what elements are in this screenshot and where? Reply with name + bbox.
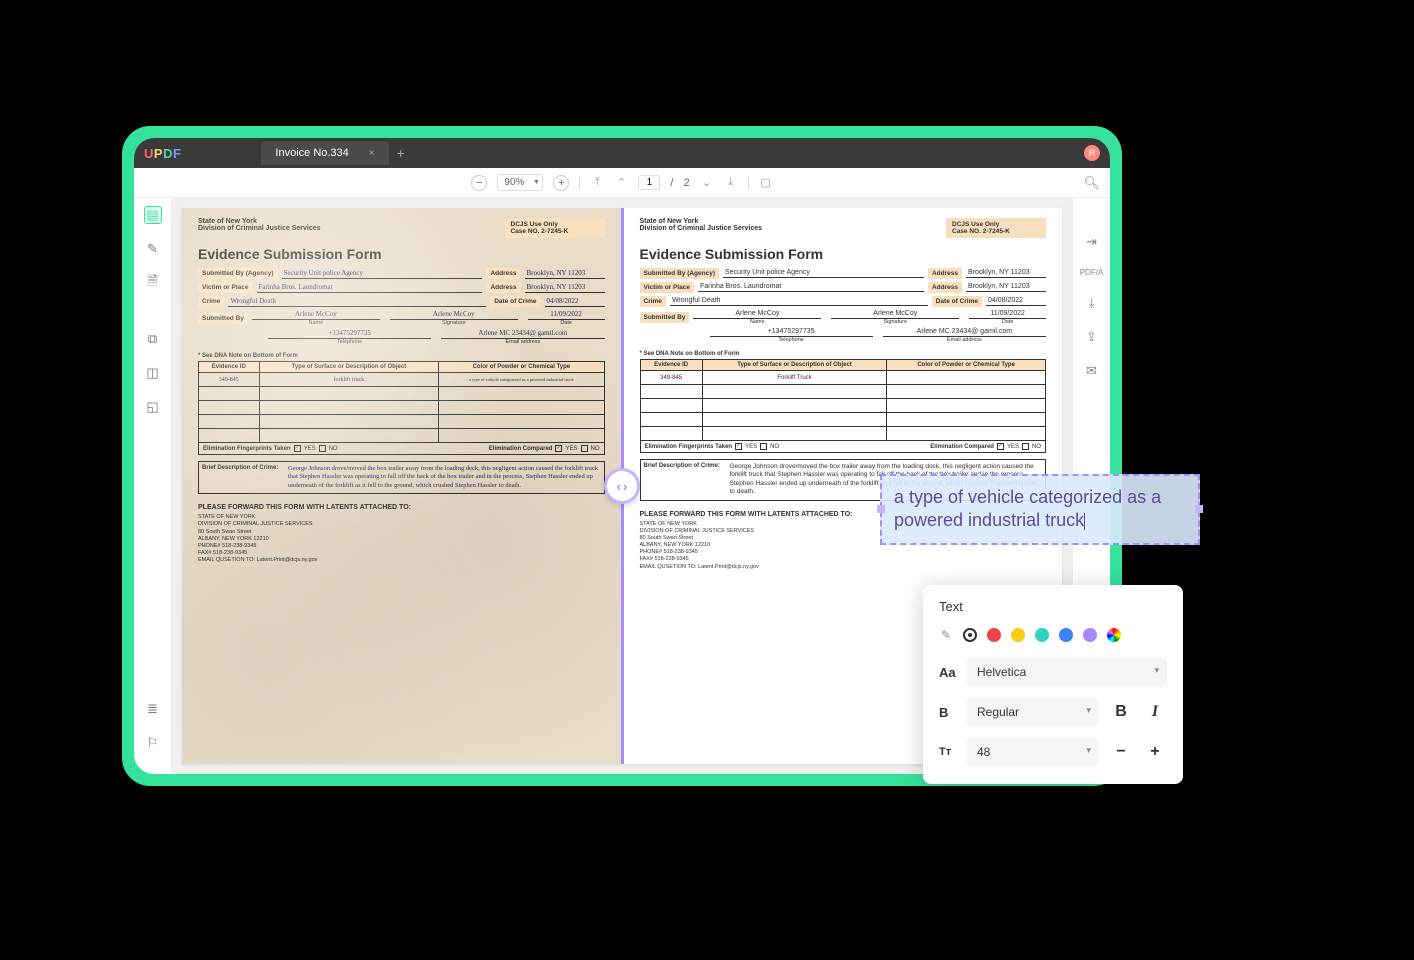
font-icon: Aa [939,665,957,680]
tab-label: Invoice No.334 [275,147,348,159]
case-box: DCJS Use Only Case NO. 2-7245-K [505,218,605,238]
evidence-table: Evidence IDType of Surface or Descriptio… [198,361,605,443]
zoom-out-button[interactable]: − [471,175,487,191]
color-picker-icon[interactable] [1107,628,1121,642]
editing-text[interactable]: a type of vehicle categorized as a power… [894,487,1161,530]
annotate-icon[interactable]: ✎ [144,240,162,258]
layers-icon[interactable]: ≣ [144,700,162,718]
size-select[interactable]: 48 [967,738,1099,766]
tab-close-icon[interactable]: × [369,148,375,159]
division-header: Division of Criminal Justice Services [198,225,321,232]
zoom-in-button[interactable]: + [553,175,569,191]
page-input[interactable] [638,175,660,190]
weight-select[interactable]: Regular [967,698,1099,726]
size-increase-button[interactable]: + [1143,740,1167,764]
color-current[interactable] [963,628,977,642]
description-box: Brief Description of Crime: George Johns… [198,461,605,494]
italic-button[interactable]: I [1143,700,1167,724]
organize-icon[interactable]: ⧉ [144,330,162,348]
size-decrease-button[interactable]: − [1109,740,1133,764]
next-page-icon[interactable]: ⌄ [700,176,714,189]
text-format-panel: Text ✎ Aa Helvetica B Regular B I Tт 48 … [923,585,1183,784]
resize-handle-left[interactable] [877,505,885,513]
compare-divider[interactable]: ‹› [621,208,624,764]
color-purple[interactable] [1083,628,1097,642]
color-settings-icon[interactable]: ✎ [939,628,953,642]
reader-tool-icon[interactable]: ▤ [144,206,162,224]
first-page-icon[interactable]: ⤒ [590,176,604,189]
presentation-icon[interactable]: ▢ [759,176,773,189]
ocr-icon[interactable]: ◱ [144,398,162,416]
color-red[interactable] [987,628,1001,642]
font-select[interactable]: Helvetica [967,658,1167,686]
user-avatar[interactable]: R [1084,145,1100,161]
elimination-row: Elimination Fingerprints Taken ✓YES NO E… [198,443,605,455]
panel-title: Text [939,599,1167,614]
text-cursor [1084,513,1085,530]
document-tab[interactable]: Invoice No.334 × [261,141,388,165]
left-tool-rail: ▤ ✎ 🗎 ⧉ ◫ ◱ ≣ ⚐ [134,198,172,774]
edit-text-icon[interactable]: 🗎 [144,274,162,292]
zoom-select[interactable]: 90% [497,174,543,191]
page-separator: / [670,177,673,189]
resize-handle-right[interactable] [1195,505,1203,513]
color-row: ✎ [939,628,1167,642]
new-tab-button[interactable]: + [397,145,405,161]
color-blue[interactable] [1059,628,1073,642]
size-icon: Tт [939,746,957,758]
titlebar: UPDF Invoice No.334 × + R [134,138,1110,168]
text-edit-selection[interactable]: a type of vehicle categorized as a power… [880,474,1200,545]
address-block: STATE OF NEW YORK DIVISION OF CRIMINAL J… [198,514,605,564]
mail-icon[interactable]: ✉ [1086,363,1097,379]
top-toolbar: − 90% + ⤒ ⌃ / 2 ⌄ ⤓ ▢ 🔍︎ [134,168,1110,198]
search-icon[interactable]: 🔍︎ [1083,175,1100,191]
bookmark-icon[interactable]: ⚐ [144,734,162,752]
compress-icon[interactable]: ⤓ [1089,295,1095,311]
prev-page-icon[interactable]: ⌃ [614,176,628,189]
page-left-scanned: State of New York Division of Criminal J… [182,208,621,764]
app-logo: UPDF [144,146,181,161]
compare-slider-handle[interactable]: ‹› [604,468,640,504]
form-title: Evidence Submission Form [198,246,605,262]
page-total: 2 [683,177,689,189]
color-yellow[interactable] [1011,628,1025,642]
share-icon[interactable]: ⇪ [1086,329,1097,345]
export-icon[interactable]: ⇥ [1086,234,1097,250]
state-header: State of New York [198,218,321,225]
crop-icon[interactable]: ◫ [144,364,162,382]
pdfa-icon[interactable]: PDF/A [1080,268,1104,277]
weight-icon: B [939,705,957,720]
color-teal[interactable] [1035,628,1049,642]
last-page-icon[interactable]: ⤓ [724,176,738,189]
bold-button[interactable]: B [1109,700,1133,724]
